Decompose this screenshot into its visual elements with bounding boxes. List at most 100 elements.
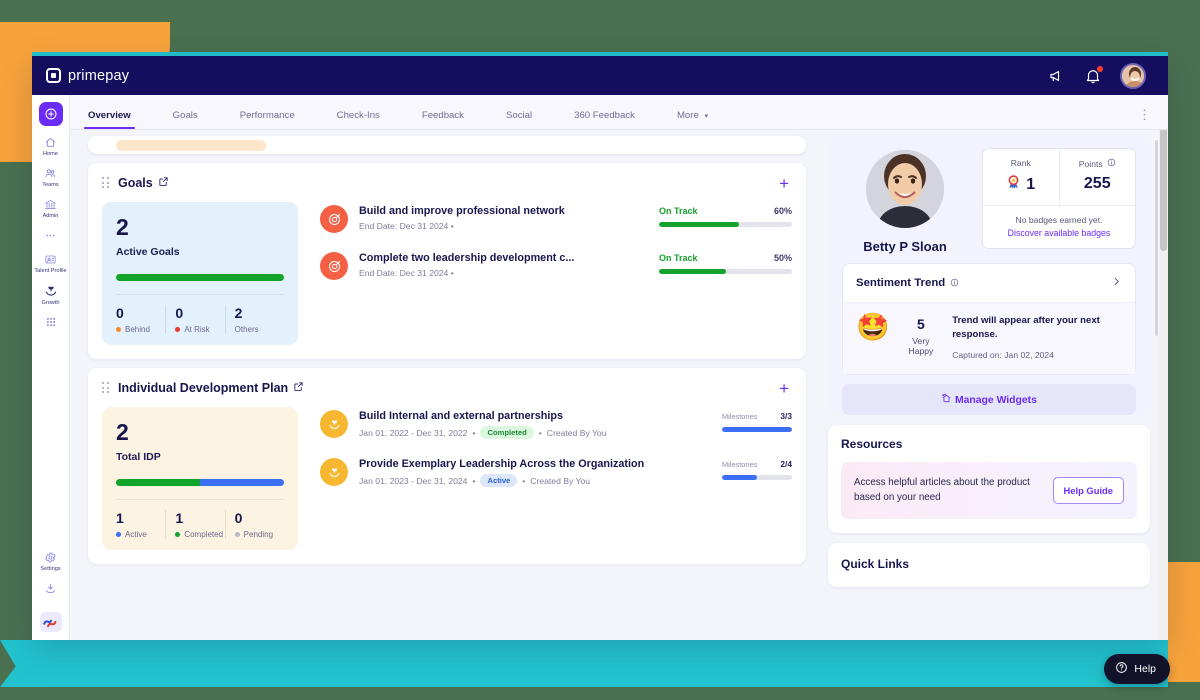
sidebar-item-label: Admin [42,212,59,219]
tab-overview[interactable]: Overview [84,110,135,129]
list-item[interactable]: Complete two leadership development c...… [320,252,792,280]
goal-subtitle: End Date: Dec 31 2024 • [359,268,454,278]
idp-milestones: Milestones 3/3 [722,410,792,432]
goals-stat-others: 2 Others [224,305,284,334]
goal-subtitle: End Date: Dec 31 2024 • [359,221,454,231]
external-link-icon[interactable] [293,379,304,397]
tab-label: Check-Ins [336,110,380,121]
tab-feedback[interactable]: Feedback [422,110,464,129]
profile-top: Betty P Sloan Rank 1 Points 255 No badge… [842,148,1136,254]
tab-label: 360 Feedback [574,110,635,121]
idp-text: Provide Exemplary Leadership Across the … [359,458,711,487]
goal-status: On Track [659,206,698,216]
idp-milestones: Milestones 2/4 [722,458,792,480]
sidebar-bottom: Settings [32,551,70,640]
brand-logo[interactable]: primepay [46,68,129,84]
sidebar-item-growth[interactable]: Growth [32,284,70,307]
help-guide-button[interactable]: Help Guide [1052,476,1124,504]
milestones-label: Milestones [722,460,758,469]
idp-widget-title: Individual Development Plan [118,381,289,395]
megaphone-icon[interactable] [1048,67,1066,85]
content-area: Overview Goals Performance Check-Ins Fee… [70,95,1168,640]
help-button[interactable]: Help [1104,654,1170,684]
panes: Goals + 2 Active Goals 0 Behind 0 At Ris… [70,130,1168,640]
external-link-icon[interactable] [158,174,169,192]
add-idp-button[interactable]: + [776,380,792,397]
list-item[interactable]: Provide Exemplary Leadership Across the … [320,458,792,487]
notification-dot [1097,65,1103,72]
sentiment-header: Sentiment Trend [843,264,1135,302]
drag-handle-icon[interactable] [102,382,111,394]
points-label: Points [1078,158,1103,169]
milestones-value: 2/4 [780,459,792,469]
avatar[interactable] [1120,62,1146,89]
goals-stats: 0 Behind 0 At Risk 2 Others [116,305,284,334]
tab-360-feedback[interactable]: 360 Feedback [574,110,635,129]
status-dot [234,532,240,537]
goal-target-icon [320,205,348,233]
tab-social[interactable]: Social [506,110,532,129]
stat-label: Others [234,325,259,334]
sentiment-score-label: Very Happy [908,336,934,356]
idp-plant-icon [320,458,348,486]
sidebar-item-talent-profile[interactable]: Talent Profile [32,253,70,275]
points-cell: Points 255 [1058,149,1136,205]
sidebar-item-download[interactable] [32,582,70,597]
idp-dates: Jan 01, 2022 - Dec 31, 2022 [359,427,468,438]
idp-created-by: Created By You [546,427,607,438]
sidebar-item-home[interactable]: Home [32,136,70,158]
separator: • [538,427,542,438]
vertical-dots-icon[interactable]: ⋮ [1138,107,1152,129]
stat-value: 1 [116,510,124,526]
add-goal-button[interactable]: + [776,175,792,192]
tab-label: Goals [172,110,198,121]
drag-handle-icon[interactable] [102,177,111,189]
milestones-value: 3/3 [780,411,792,421]
idp-dates: Jan 01, 2023 - Dec 31, 2024 [359,475,468,486]
resources-title: Resources [841,436,903,451]
rank-points-card: Rank 1 Points 255 No badges earned yet. … [982,148,1136,249]
sidebar-item-more[interactable] [32,229,70,244]
goal-progress: On Track 50% [659,252,792,274]
profile-card: Betty P Sloan Rank 1 Points 255 No badge… [828,136,1150,415]
status-badge: Active [480,474,518,487]
bell-icon[interactable] [1084,65,1103,85]
divider [116,499,284,500]
info-icon[interactable] [950,274,959,292]
stat-value: 2 [234,305,243,321]
list-item[interactable]: Build Internal and external partnerships… [320,410,792,439]
goals-widget-body: 2 Active Goals 0 Behind 0 At Risk 2 Othe… [102,202,792,345]
separator: • [472,475,476,486]
sidebar-item-label: Growth [41,299,60,306]
app-header: primepay [32,56,1168,95]
tab-performance[interactable]: Performance [240,110,295,129]
list-item[interactable]: Build and improve professional network E… [320,205,792,233]
rosette-award-icon [1006,174,1021,195]
chevron-right-icon[interactable] [1111,276,1122,290]
sidebar-item-teams[interactable]: Teams [32,167,70,189]
tab-label: Performance [239,110,295,121]
separator: • [522,475,526,486]
tab-more[interactable]: More ▾ [677,110,708,129]
user-avatar-large[interactable] [866,150,944,228]
stat-label: At Risk [184,325,210,334]
sidebar-item-label: Home [43,151,58,157]
tab-check-ins[interactable]: Check-Ins [337,110,380,129]
discover-badges-link[interactable]: Discover available badges [989,228,1129,238]
sidebar-scrollbar[interactable] [1155,140,1158,336]
tab-goals[interactable]: Goals [173,110,198,129]
quick-links-title: Quick Links [841,557,910,572]
idp-count-label: Total IDP [116,451,161,463]
tab-label: Social [505,110,533,121]
sidebar-item-admin[interactable]: Admin [32,198,70,220]
info-icon[interactable] [1107,158,1116,169]
manage-widgets-button[interactable]: Manage Widgets [842,383,1136,415]
idp-stat-pending: 0 Pending [224,510,284,539]
quick-links-card: Quick Links [828,543,1150,588]
profile-identity: Betty P Sloan [842,148,968,254]
sidebar-item-apps[interactable] [32,316,70,330]
star-struck-emoji-icon: 🤩 [856,312,890,342]
sidebar-item-settings[interactable]: Settings [32,551,70,573]
plus-circle-icon[interactable] [38,102,63,126]
company-logo-icon[interactable] [39,612,62,632]
